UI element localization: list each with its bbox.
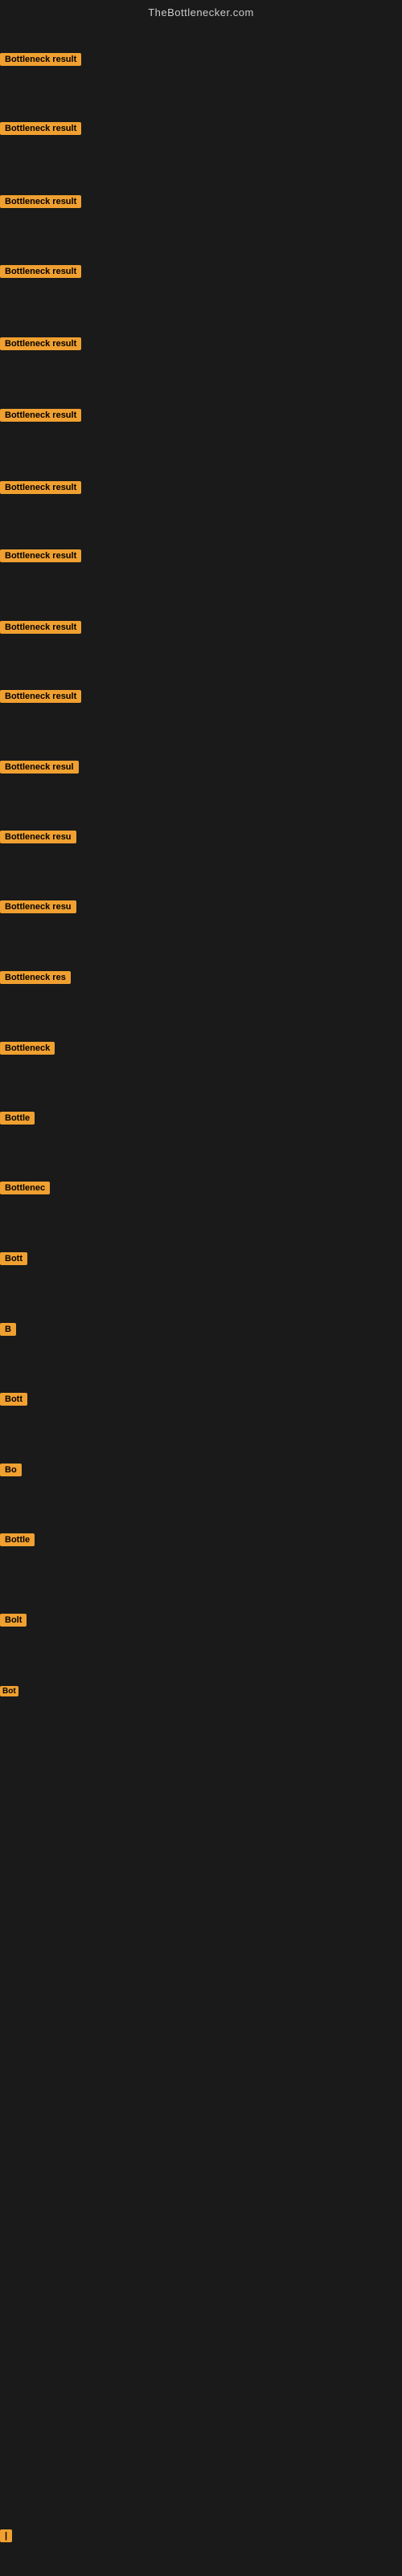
bottleneck-badge: Bottleneck — [0, 1040, 55, 1055]
bottleneck-badge: Bottle — [0, 1110, 35, 1125]
badge-label: Bottleneck result — [0, 122, 81, 135]
badge-label: Bottleneck result — [0, 195, 81, 208]
badge-label: Bottleneck result — [0, 549, 81, 562]
bottleneck-badge-tiny: Bot — [0, 1683, 18, 1697]
badge-label: Bo — [0, 1464, 22, 1476]
bottleneck-badge: Bottleneck result — [0, 336, 81, 350]
badge-label: Bottleneck result — [0, 621, 81, 634]
bottleneck-badge: Bottleneck resu — [0, 829, 76, 843]
badge-label: Bottleneck result — [0, 53, 81, 66]
bottleneck-badge: Bottle — [0, 1532, 35, 1546]
bottleneck-badge: Bottleneck resul — [0, 759, 79, 774]
bottleneck-badge: Bott — [0, 1391, 27, 1406]
site-title: TheBottlenecker.com — [148, 6, 254, 18]
bottleneck-badge: Bottleneck result — [0, 688, 81, 703]
bottleneck-badge: Bolt — [0, 1612, 27, 1627]
bottleneck-badge: Bottleneck resu — [0, 899, 76, 913]
bottleneck-badge: B — [0, 1321, 16, 1336]
bottleneck-badge: Bottleneck res — [0, 970, 71, 984]
badge-label: Bottleneck resu — [0, 900, 76, 913]
bottleneck-badge: Bottleneck result — [0, 194, 81, 208]
badge-label: Bottleneck res — [0, 971, 71, 984]
badge-label: Bottleneck result — [0, 337, 81, 350]
badge-label: Bottleneck result — [0, 690, 81, 703]
badge-label: Bott — [0, 1252, 27, 1265]
bottleneck-badge: Bottleneck result — [0, 619, 81, 634]
bottleneck-badge: Bott — [0, 1251, 27, 1265]
bottleneck-badge: Bottleneck result — [0, 263, 81, 278]
badge-label: Bottleneck result — [0, 409, 81, 422]
bottleneck-badge: Bottleneck result — [0, 480, 81, 494]
bottleneck-badge: Bo — [0, 1462, 22, 1476]
badge-label: Bottleneck resul — [0, 761, 79, 774]
badge-label: Bottlenec — [0, 1182, 50, 1194]
badge-label: Bott — [0, 1393, 27, 1406]
bottleneck-badge: Bottleneck result — [0, 51, 81, 66]
badge-label: Bottleneck — [0, 1042, 55, 1055]
badge-label: Bottle — [0, 1112, 35, 1125]
cursor-indicator: | — [0, 2528, 3, 2541]
bottleneck-badge: Bottleneck result — [0, 407, 81, 422]
badge-label: Bottleneck result — [0, 265, 81, 278]
badge-label: Bottle — [0, 1533, 35, 1546]
badge-label: B — [0, 1323, 16, 1336]
badge-label: Bolt — [0, 1614, 27, 1627]
bottleneck-badge: Bottlenec — [0, 1180, 50, 1194]
badge-label: Bottleneck result — [0, 481, 81, 494]
bottleneck-badge: Bottleneck result — [0, 548, 81, 562]
site-header: TheBottlenecker.com — [0, 0, 402, 22]
bottleneck-badge: Bottleneck result — [0, 120, 81, 135]
badge-label: Bottleneck resu — [0, 831, 76, 843]
